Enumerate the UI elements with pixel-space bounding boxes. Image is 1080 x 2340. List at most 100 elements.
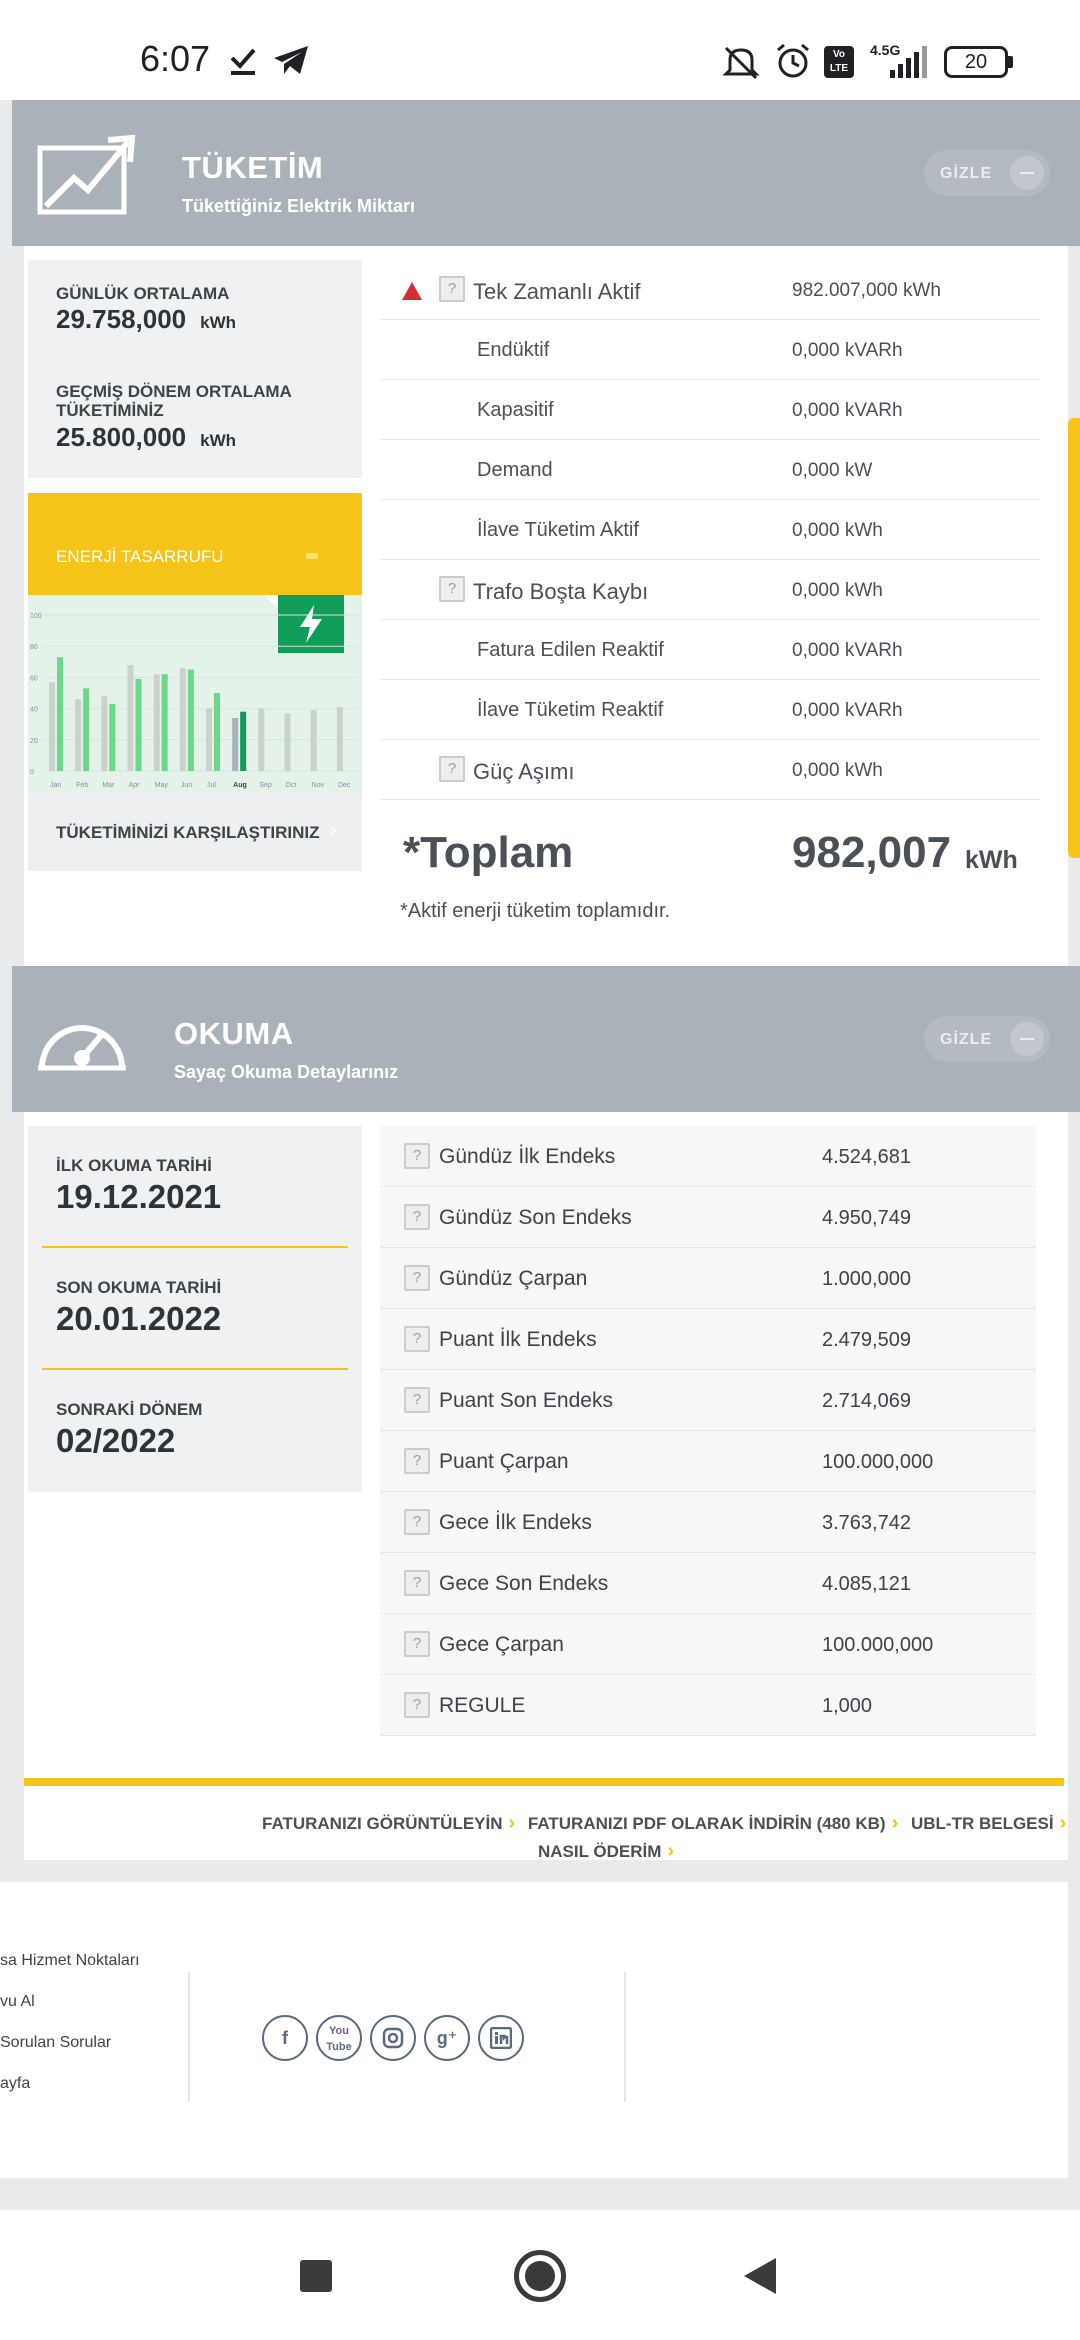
row-value: 4.085,121	[822, 1573, 911, 1595]
row-label: Gece İlk Endeks	[439, 1511, 592, 1534]
help-icon[interactable]: ?	[404, 1387, 430, 1413]
footer-menu-item[interactable]: Sorulan Sorular	[0, 2034, 111, 2052]
footer-links-row-1: FATURANIZI GÖRÜNTÜLEYİN › FATURANIZI PDF …	[262, 1812, 1066, 1835]
bar-feb-s0	[75, 699, 82, 771]
bar-jul-s0	[206, 708, 212, 771]
table-row: Fatura Edilen Reaktif 0,000 kVARh	[380, 620, 1040, 680]
reading-dates-box: İLK OKUMA TARİHİ 19.12.2021 SON OKUMA TA…	[28, 1126, 362, 1492]
row-label: Puant Çarpan	[439, 1450, 569, 1473]
y-tick-label: 40	[30, 707, 38, 714]
help-icon[interactable]: ?	[404, 1265, 430, 1291]
table-row: Kapasitif 0,000 kVARh	[380, 380, 1040, 440]
previous-average-number: 25.800,000	[56, 422, 187, 452]
table-row: ? Puant İlk Endeks 2.479,509	[380, 1309, 1036, 1370]
tuketim-hide-button[interactable]: GİZLE	[924, 150, 1050, 196]
minus-icon	[1010, 1022, 1044, 1056]
next-period-label: SONRAKİ DÖNEM	[56, 1400, 203, 1419]
notifications-off-icon	[722, 46, 760, 80]
view-invoice-link[interactable]: FATURANIZI GÖRÜNTÜLEYİN ›	[262, 1812, 515, 1834]
download-pdf-label: FATURANIZI PDF OLARAK İNDİRİN (480 KB)	[527, 1814, 886, 1833]
row-label: Gece Son Endeks	[439, 1572, 609, 1595]
okuma-title: OKUMA	[174, 1016, 294, 1051]
x-tick-label: Oct	[286, 782, 297, 789]
help-icon[interactable]: ?	[404, 1326, 430, 1352]
help-icon[interactable]: ?	[404, 1509, 430, 1535]
system-navigation-bar	[0, 2210, 1080, 2340]
back-button[interactable]	[742, 2256, 778, 2296]
linkedin-glyph	[489, 2026, 513, 2050]
row-value: 1,000	[822, 1695, 873, 1717]
table-row: İlave Tüketim Aktif 0,000 kWh	[380, 500, 1040, 560]
divider	[42, 1368, 348, 1370]
okuma-hide-button[interactable]: GİZLE	[924, 1016, 1050, 1062]
youtube-icon[interactable]: You Tube	[316, 2015, 362, 2061]
x-tick-label: Jan	[50, 782, 61, 789]
google-plus-icon[interactable]: g⁺	[424, 2015, 470, 2061]
side-scroll-indicator[interactable]	[1068, 418, 1080, 858]
x-tick-label: Dec	[338, 782, 351, 789]
table-row: ? Gece İlk Endeks 3.763,742	[380, 1492, 1036, 1553]
row-label: Fatura Edilen Reaktif	[477, 639, 664, 661]
alarm-icon	[777, 43, 809, 78]
x-tick-label: Mar	[102, 782, 115, 789]
battery-tip	[1008, 56, 1013, 68]
bar-jun-s1	[187, 669, 194, 771]
expand-arrow-icon[interactable]	[402, 282, 422, 300]
row-value: 0,000 kWh	[792, 760, 883, 781]
how-to-pay-label: NASIL ÖDERİM	[538, 1842, 662, 1861]
okuma-header: OKUMA Sayaç Okuma Detaylarınız GİZLE	[12, 966, 1080, 1112]
instagram-icon[interactable]	[370, 2015, 416, 2061]
yellow-divider	[24, 1778, 1064, 1786]
help-icon[interactable]: ?	[404, 1448, 430, 1474]
home-button[interactable]	[514, 2250, 566, 2302]
total-value: 982,007	[792, 828, 952, 877]
footer-separator	[188, 1972, 190, 2102]
help-icon[interactable]: ?	[404, 1570, 430, 1596]
help-icon[interactable]: ?	[439, 756, 465, 782]
row-label: Puant İlk Endeks	[439, 1328, 597, 1351]
previous-average-label: GEÇMİŞ DÖNEM ORTALAMA TÜKETİMİNİZ	[56, 382, 292, 420]
footer-menu-item[interactable]: sa Hizmet Noktaları	[0, 1952, 140, 1970]
chevron-right-icon: ›	[1059, 1812, 1067, 1834]
recents-button[interactable]	[300, 2260, 332, 2292]
bar-dec-s0	[336, 707, 343, 771]
ubl-tr-link[interactable]: UBL-TR BELGESİ ›	[911, 1812, 1067, 1834]
bar-feb-s1	[83, 688, 90, 771]
x-tick-label: Aug	[233, 782, 247, 789]
bar-jan-s1	[57, 657, 63, 771]
table-row: ? Güç Aşımı 0,000 kWh	[380, 740, 1040, 800]
help-icon[interactable]: ?	[439, 276, 465, 302]
footer-menu-item[interactable]: ayfa	[0, 2075, 30, 2093]
bar-aug-s1	[240, 711, 247, 771]
energy-saving-button[interactable]: ENERJİ TASARRUFU	[28, 493, 362, 595]
facebook-icon[interactable]: f	[262, 2015, 308, 2061]
speedometer-icon	[38, 1025, 126, 1071]
help-icon[interactable]: ?	[404, 1692, 430, 1718]
bar-sep-s0	[258, 708, 265, 771]
page-content[interactable]: TÜKETİM Tükettiğiniz Elektrik Miktarı Gİ…	[0, 100, 1080, 2212]
y-tick-label: 20	[30, 738, 38, 745]
next-period-value: 02/2022	[56, 1422, 176, 1459]
how-to-pay-link[interactable]: NASIL ÖDERİM ›	[538, 1840, 674, 1863]
help-icon[interactable]: ?	[439, 576, 465, 602]
hide-label: GİZLE	[940, 1031, 993, 1048]
download-pdf-link[interactable]: FATURANIZI PDF OLARAK İNDİRİN (480 KB) ›	[527, 1812, 898, 1834]
battery-icon: 20	[944, 46, 1008, 78]
footer-panel: sa Hizmet Noktaları vu Al Sorulan Sorular a…	[0, 1882, 1068, 2178]
status-time: 6:07	[140, 38, 211, 79]
row-label: Trafo Boşta Kaybı	[473, 579, 649, 604]
total-note: *Aktif enerji tüketim toplamıdır.	[400, 900, 671, 922]
footer-menu-item[interactable]: vu Al	[0, 1993, 35, 2011]
help-icon[interactable]: ?	[404, 1204, 430, 1230]
bar-oct-s0	[284, 713, 291, 771]
table-row: Demand 0,000 kW	[380, 440, 1040, 500]
row-label: Kapasitif	[477, 399, 554, 421]
bar-may-s1	[161, 674, 168, 771]
compare-chart-area[interactable]: 100 80 60 40 20 0 Jan Feb Mar Apr May Jun Jul Aug Sep O…	[28, 595, 362, 795]
help-icon[interactable]: ?	[404, 1631, 430, 1657]
row-label: Güç Aşımı	[473, 759, 575, 784]
linkedin-icon[interactable]	[478, 2015, 524, 2061]
table-row: ? Gece Son Endeks 4.085,121	[380, 1553, 1036, 1614]
help-icon[interactable]: ?	[404, 1143, 430, 1169]
compare-consumption-link[interactable]: TÜKETİMİNİZİ KARŞILAŞTIRINIZ ›	[28, 795, 362, 871]
